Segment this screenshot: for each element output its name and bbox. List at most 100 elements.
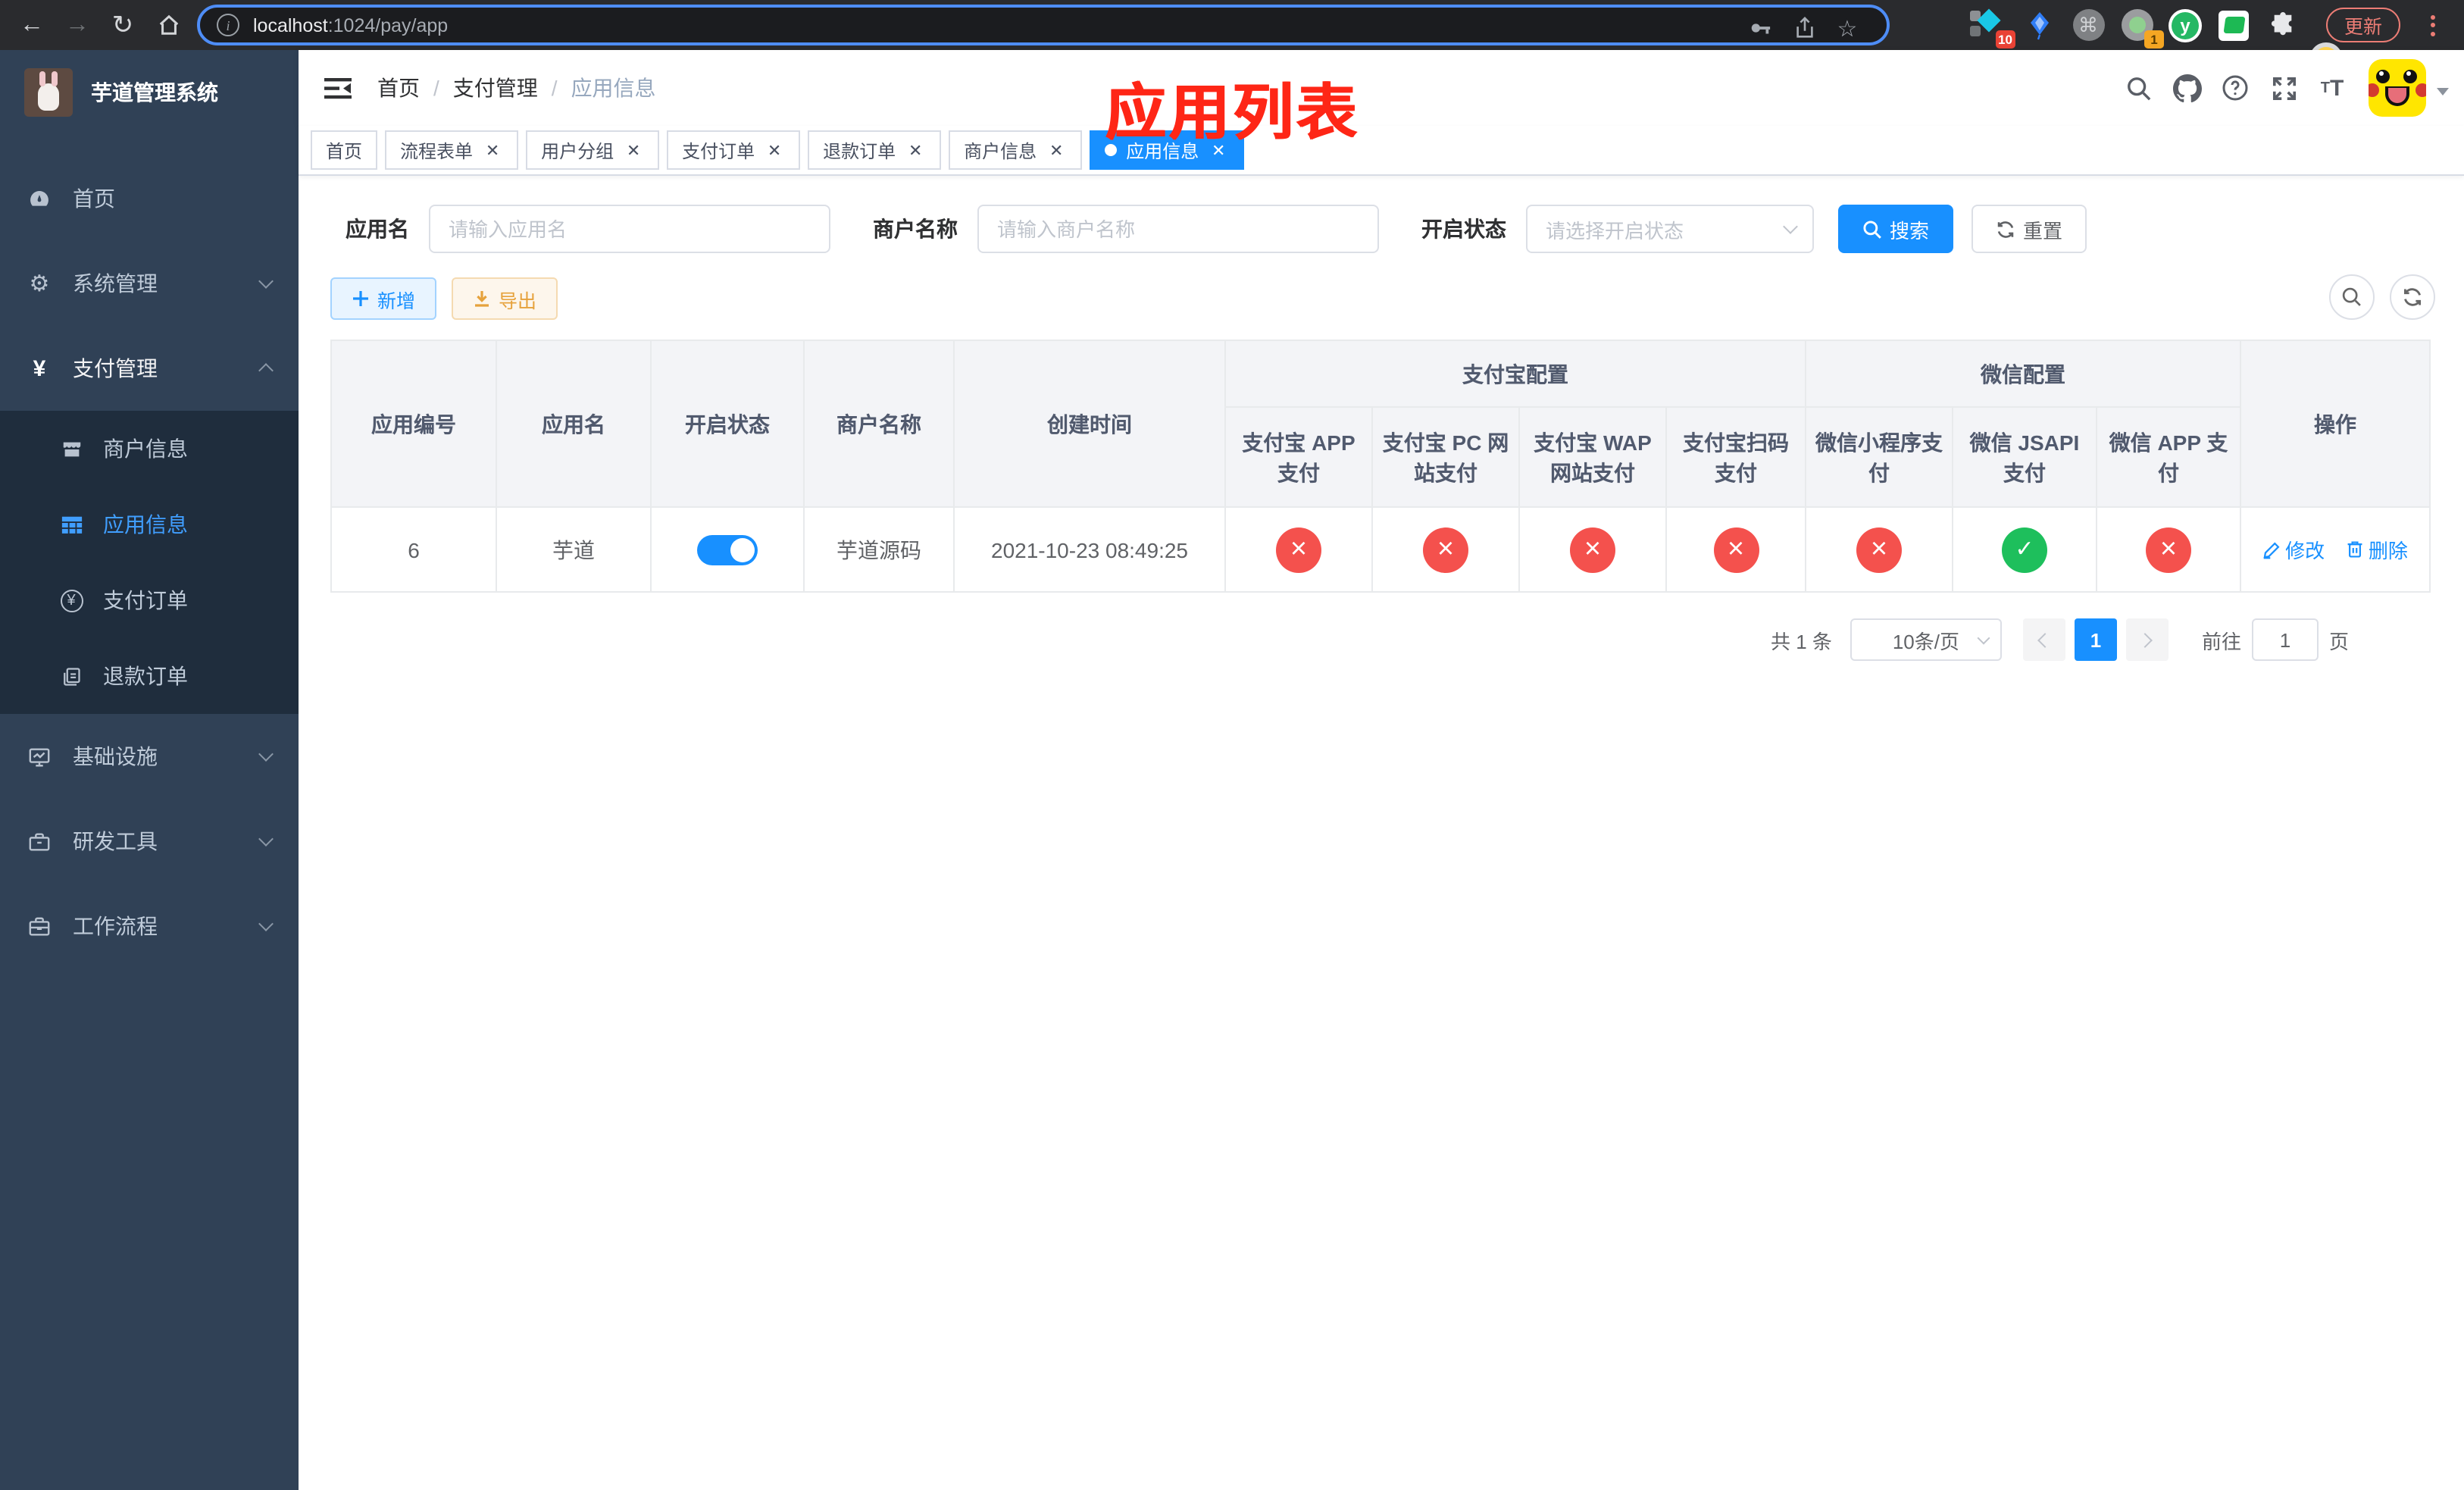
cross-status-icon — [1423, 527, 1468, 572]
search-button[interactable]: 搜索 — [1838, 205, 1954, 253]
cell-app-name: 芋道 — [496, 506, 652, 593]
cell-wechat-app-status — [2096, 506, 2241, 593]
breadcrumb-item-app-info: 应用信息 — [571, 76, 656, 100]
col-header-alipay-pc: 支付宝 PC 网站支付 — [1371, 406, 1520, 508]
col-header-wechat-app: 微信 APP 支付 — [2096, 406, 2241, 508]
status-toggle[interactable] — [697, 534, 758, 565]
help-icon[interactable] — [2211, 50, 2259, 126]
goto-page-input[interactable] — [2251, 618, 2319, 661]
breadcrumb-item-payment[interactable]: 支付管理 — [453, 73, 538, 103]
current-page-button[interactable]: 1 — [2074, 618, 2117, 661]
sidebar-item-workflow[interactable]: 工作流程 — [0, 884, 299, 969]
user-avatar[interactable] — [2369, 59, 2426, 117]
font-size-icon[interactable]: TT — [2308, 50, 2356, 126]
cell-alipay-pc-status — [1371, 506, 1520, 593]
app-name-input[interactable] — [429, 205, 830, 253]
cell-merchant: 芋道源码 — [803, 506, 955, 593]
goto-suffix: 页 — [2328, 630, 2349, 653]
extension-command-icon[interactable]: ⌘ — [2070, 8, 2106, 42]
sidebar-item-infrastructure[interactable]: 基础设施 — [0, 714, 299, 799]
github-icon[interactable] — [2162, 50, 2211, 126]
avatar-dropdown-caret[interactable] — [2437, 87, 2449, 95]
share-icon[interactable] — [1787, 8, 1823, 49]
reset-button[interactable]: 重置 — [1972, 205, 2087, 253]
browser-forward-icon[interactable]: → — [58, 0, 97, 50]
next-page-button[interactable] — [2125, 618, 2169, 661]
tab-refund-order[interactable]: 退款订单 — [808, 130, 942, 170]
goto-label: 前往 — [2201, 630, 2241, 653]
browser-back-icon[interactable]: ← — [12, 0, 52, 50]
col-header-alipay-qr: 支付宝扫码支付 — [1665, 406, 1806, 508]
url-text[interactable]: localhost:1024/pay/app — [253, 14, 448, 36]
password-key-icon[interactable] — [1741, 8, 1778, 49]
cell-alipay-app-status — [1224, 506, 1373, 593]
sidebar-subitem-pay-order[interactable]: ¥ 支付订单 — [0, 562, 299, 638]
tab-user-group[interactable]: 用户分组 — [526, 130, 660, 170]
tags-view-bar: 首页 流程表单 用户分组 支付订单 退款订单 商户信息 应用信息 — [299, 126, 2464, 176]
merchant-name-input[interactable] — [977, 205, 1379, 253]
tab-pay-order[interactable]: 支付订单 — [667, 130, 801, 170]
browser-update-button[interactable]: 更新 — [2325, 8, 2400, 42]
cross-status-icon — [1713, 527, 1759, 572]
check-status-icon — [2002, 527, 2047, 572]
bookmark-star-icon[interactable]: ☆ — [1829, 8, 1865, 49]
sidebar-item-system[interactable]: ⚙ 系统管理 — [0, 241, 299, 326]
pagination: 共 1 条 10条/页 1 前往 页 — [330, 618, 2435, 661]
app-name-label: 应用名 — [346, 217, 409, 241]
refresh-table-button[interactable] — [2390, 274, 2435, 320]
extension-y-icon[interactable]: y — [2167, 8, 2203, 42]
merchant-name-label: 商户名称 — [873, 217, 958, 241]
close-icon[interactable] — [1046, 139, 1067, 161]
tab-home[interactable]: 首页 — [311, 130, 378, 170]
col-header-wechat-mini: 微信小程序支付 — [1805, 406, 1953, 508]
applications-table: 应用编号 应用名 开启状态 商户名称 创建时间 支付宝配置 微信配置 操作 支付… — [330, 340, 2431, 593]
browser-reload-icon[interactable]: ↻ — [103, 0, 142, 50]
address-bar[interactable]: i localhost:1024/pay/app ☆ — [197, 5, 1890, 45]
prev-page-button[interactable] — [2022, 618, 2065, 661]
browser-home-icon[interactable] — [149, 0, 188, 50]
sidebar-subitem-refund-order[interactable]: 退款订单 — [0, 638, 299, 714]
page-size-select[interactable]: 10条/页 — [1850, 618, 2002, 661]
delete-link[interactable]: 删除 — [2346, 535, 2408, 564]
status-select[interactable]: 请选择开启状态 — [1526, 205, 1814, 253]
tab-flow-form[interactable]: 流程表单 — [385, 130, 519, 170]
extension-kite-icon[interactable] — [2022, 8, 2058, 42]
extension-chat-icon[interactable] — [2215, 8, 2252, 42]
extensions-puzzle-icon[interactable] — [2264, 8, 2300, 42]
export-button[interactable]: 导出 — [452, 277, 558, 320]
group-header-wechat: 微信配置 — [1805, 340, 2241, 408]
collapse-sidebar-icon[interactable] — [311, 61, 365, 115]
close-icon[interactable] — [482, 139, 503, 161]
edit-link[interactable]: 修改 — [2262, 536, 2325, 565]
browser-menu-icon[interactable] — [2422, 8, 2443, 42]
sidebar-item-home[interactable]: 首页 — [0, 156, 299, 241]
tab-merchant-info[interactable]: 商户信息 — [949, 130, 1083, 170]
col-header-app-id: 应用编号 — [330, 340, 497, 508]
close-icon[interactable] — [764, 139, 785, 161]
add-button[interactable]: 新增 — [330, 277, 437, 320]
app-logo[interactable]: 芋道管理系统 — [0, 50, 299, 135]
sidebar-item-dev-tools[interactable]: 研发工具 — [0, 799, 299, 884]
col-header-status: 开启状态 — [650, 340, 805, 508]
grid-table-icon — [58, 513, 85, 536]
toolbox-icon — [26, 830, 53, 853]
cell-wechat-mini-status — [1805, 506, 1953, 593]
sidebar-subitem-merchant-info[interactable]: 商户信息 — [0, 411, 299, 487]
breadcrumb-item-home[interactable]: 首页 — [377, 73, 420, 103]
fullscreen-icon[interactable] — [2259, 50, 2308, 126]
extension-circle-icon[interactable]: 1 — [2118, 8, 2164, 49]
header-search-icon[interactable] — [2114, 50, 2162, 126]
main-area: 应用列表 首页 / 支付管理 / 应用信息 T T 首页 流程表单 ✕ 用户分组… — [299, 50, 2464, 1490]
chevron-down-icon — [258, 747, 274, 762]
sidebar-subitem-app-info[interactable]: 应用信息 — [0, 487, 299, 562]
extension-badge: 1 — [2144, 30, 2164, 49]
close-icon[interactable] — [905, 139, 926, 161]
close-icon[interactable] — [623, 139, 644, 161]
site-info-icon[interactable]: i — [217, 14, 239, 36]
chevron-down-icon — [258, 916, 274, 931]
show-search-button[interactable] — [2329, 274, 2375, 320]
extension-diamond-icon[interactable]: 10 — [1970, 8, 2015, 49]
sidebar-item-payment[interactable]: ¥ 支付管理 — [0, 326, 299, 411]
col-header-app-name: 应用名 — [496, 340, 652, 508]
chevron-down-icon — [1783, 219, 1798, 234]
